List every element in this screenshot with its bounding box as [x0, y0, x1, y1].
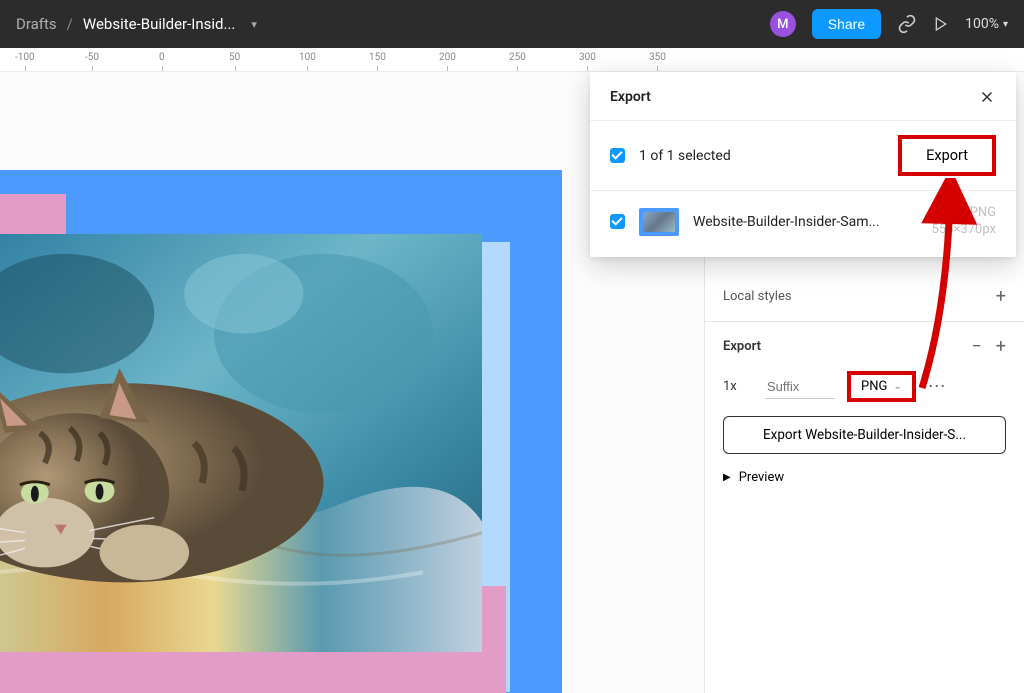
export-scale[interactable]: 1x: [723, 379, 753, 394]
ruler-tick: 300: [579, 52, 596, 63]
format-value: PNG: [861, 379, 887, 394]
file-name[interactable]: Website-Builder-Insid...: [83, 15, 235, 33]
preview-label: Preview: [739, 470, 784, 485]
ruler-tick: -100: [15, 52, 35, 63]
share-button[interactable]: Share: [812, 9, 881, 39]
chevron-down-icon[interactable]: ▾: [251, 18, 257, 31]
chevron-down-icon: ▾: [1003, 19, 1008, 30]
plus-icon[interactable]: +: [996, 336, 1006, 357]
top-bar: Drafts / Website-Builder-Insid... ▾ M Sh…: [0, 0, 1024, 48]
ruler-tick: 200: [439, 52, 456, 63]
plus-icon[interactable]: +: [996, 286, 1006, 307]
frame-image[interactable]: [0, 234, 482, 652]
export-frame-button[interactable]: Export Website-Builder-Insider-S...: [723, 416, 1006, 454]
ruler-tick: 0: [159, 52, 165, 63]
link-icon[interactable]: [897, 14, 917, 34]
local-styles-label: Local styles: [723, 289, 792, 304]
more-options-icon[interactable]: ⋯: [928, 376, 947, 397]
zoom-value: 100%: [965, 16, 999, 32]
preview-toggle[interactable]: ▶ Preview: [723, 470, 1006, 485]
item-thumbnail: [639, 208, 679, 236]
export-item-meta: 1x PNG 555×370px: [932, 205, 996, 239]
breadcrumb: Drafts / Website-Builder-Insid... ▾: [16, 15, 770, 33]
export-format-dropdown[interactable]: PNG ⌄: [847, 371, 916, 402]
avatar[interactable]: M: [770, 11, 796, 37]
export-popover: Export 1 of 1 selected Export Website-Bu…: [590, 72, 1016, 257]
breadcrumb-root[interactable]: Drafts: [16, 15, 57, 33]
breadcrumb-separator: /: [67, 15, 73, 33]
export-item-name: Website-Builder-Insider-Sam...: [693, 214, 918, 230]
top-actions: M Share 100% ▾: [770, 9, 1008, 39]
triangle-right-icon: ▶: [723, 472, 731, 483]
zoom-dropdown[interactable]: 100% ▾: [965, 16, 1008, 32]
export-section-title: Export: [723, 339, 761, 354]
ruler-tick: 150: [369, 52, 386, 63]
ruler-tick: 250: [509, 52, 526, 63]
ruler-tick: 50: [229, 52, 240, 63]
export-section: Export − + 1x PNG ⌄ ⋯ Export Website-Bui…: [705, 322, 1024, 499]
ruler-tick: -50: [85, 52, 99, 63]
play-icon[interactable]: [933, 16, 949, 32]
export-item-row: Website-Builder-Insider-Sam... 1x PNG 55…: [590, 191, 1016, 257]
chevron-down-icon: ⌄: [893, 381, 901, 392]
close-icon[interactable]: [978, 88, 996, 106]
select-all-checkbox[interactable]: [610, 148, 625, 163]
item-checkbox[interactable]: [610, 214, 625, 229]
popover-title: Export: [610, 89, 651, 105]
ruler-tick: 100: [299, 52, 316, 63]
export-button[interactable]: Export: [898, 135, 996, 176]
minus-icon[interactable]: −: [971, 336, 981, 357]
export-suffix-input[interactable]: [765, 375, 835, 399]
horizontal-ruler: -100 -50 0 50 100 150 200 250 300 350: [0, 48, 1024, 72]
selection-count: 1 of 1 selected: [639, 148, 884, 164]
local-styles-section: Local styles +: [705, 272, 1024, 322]
